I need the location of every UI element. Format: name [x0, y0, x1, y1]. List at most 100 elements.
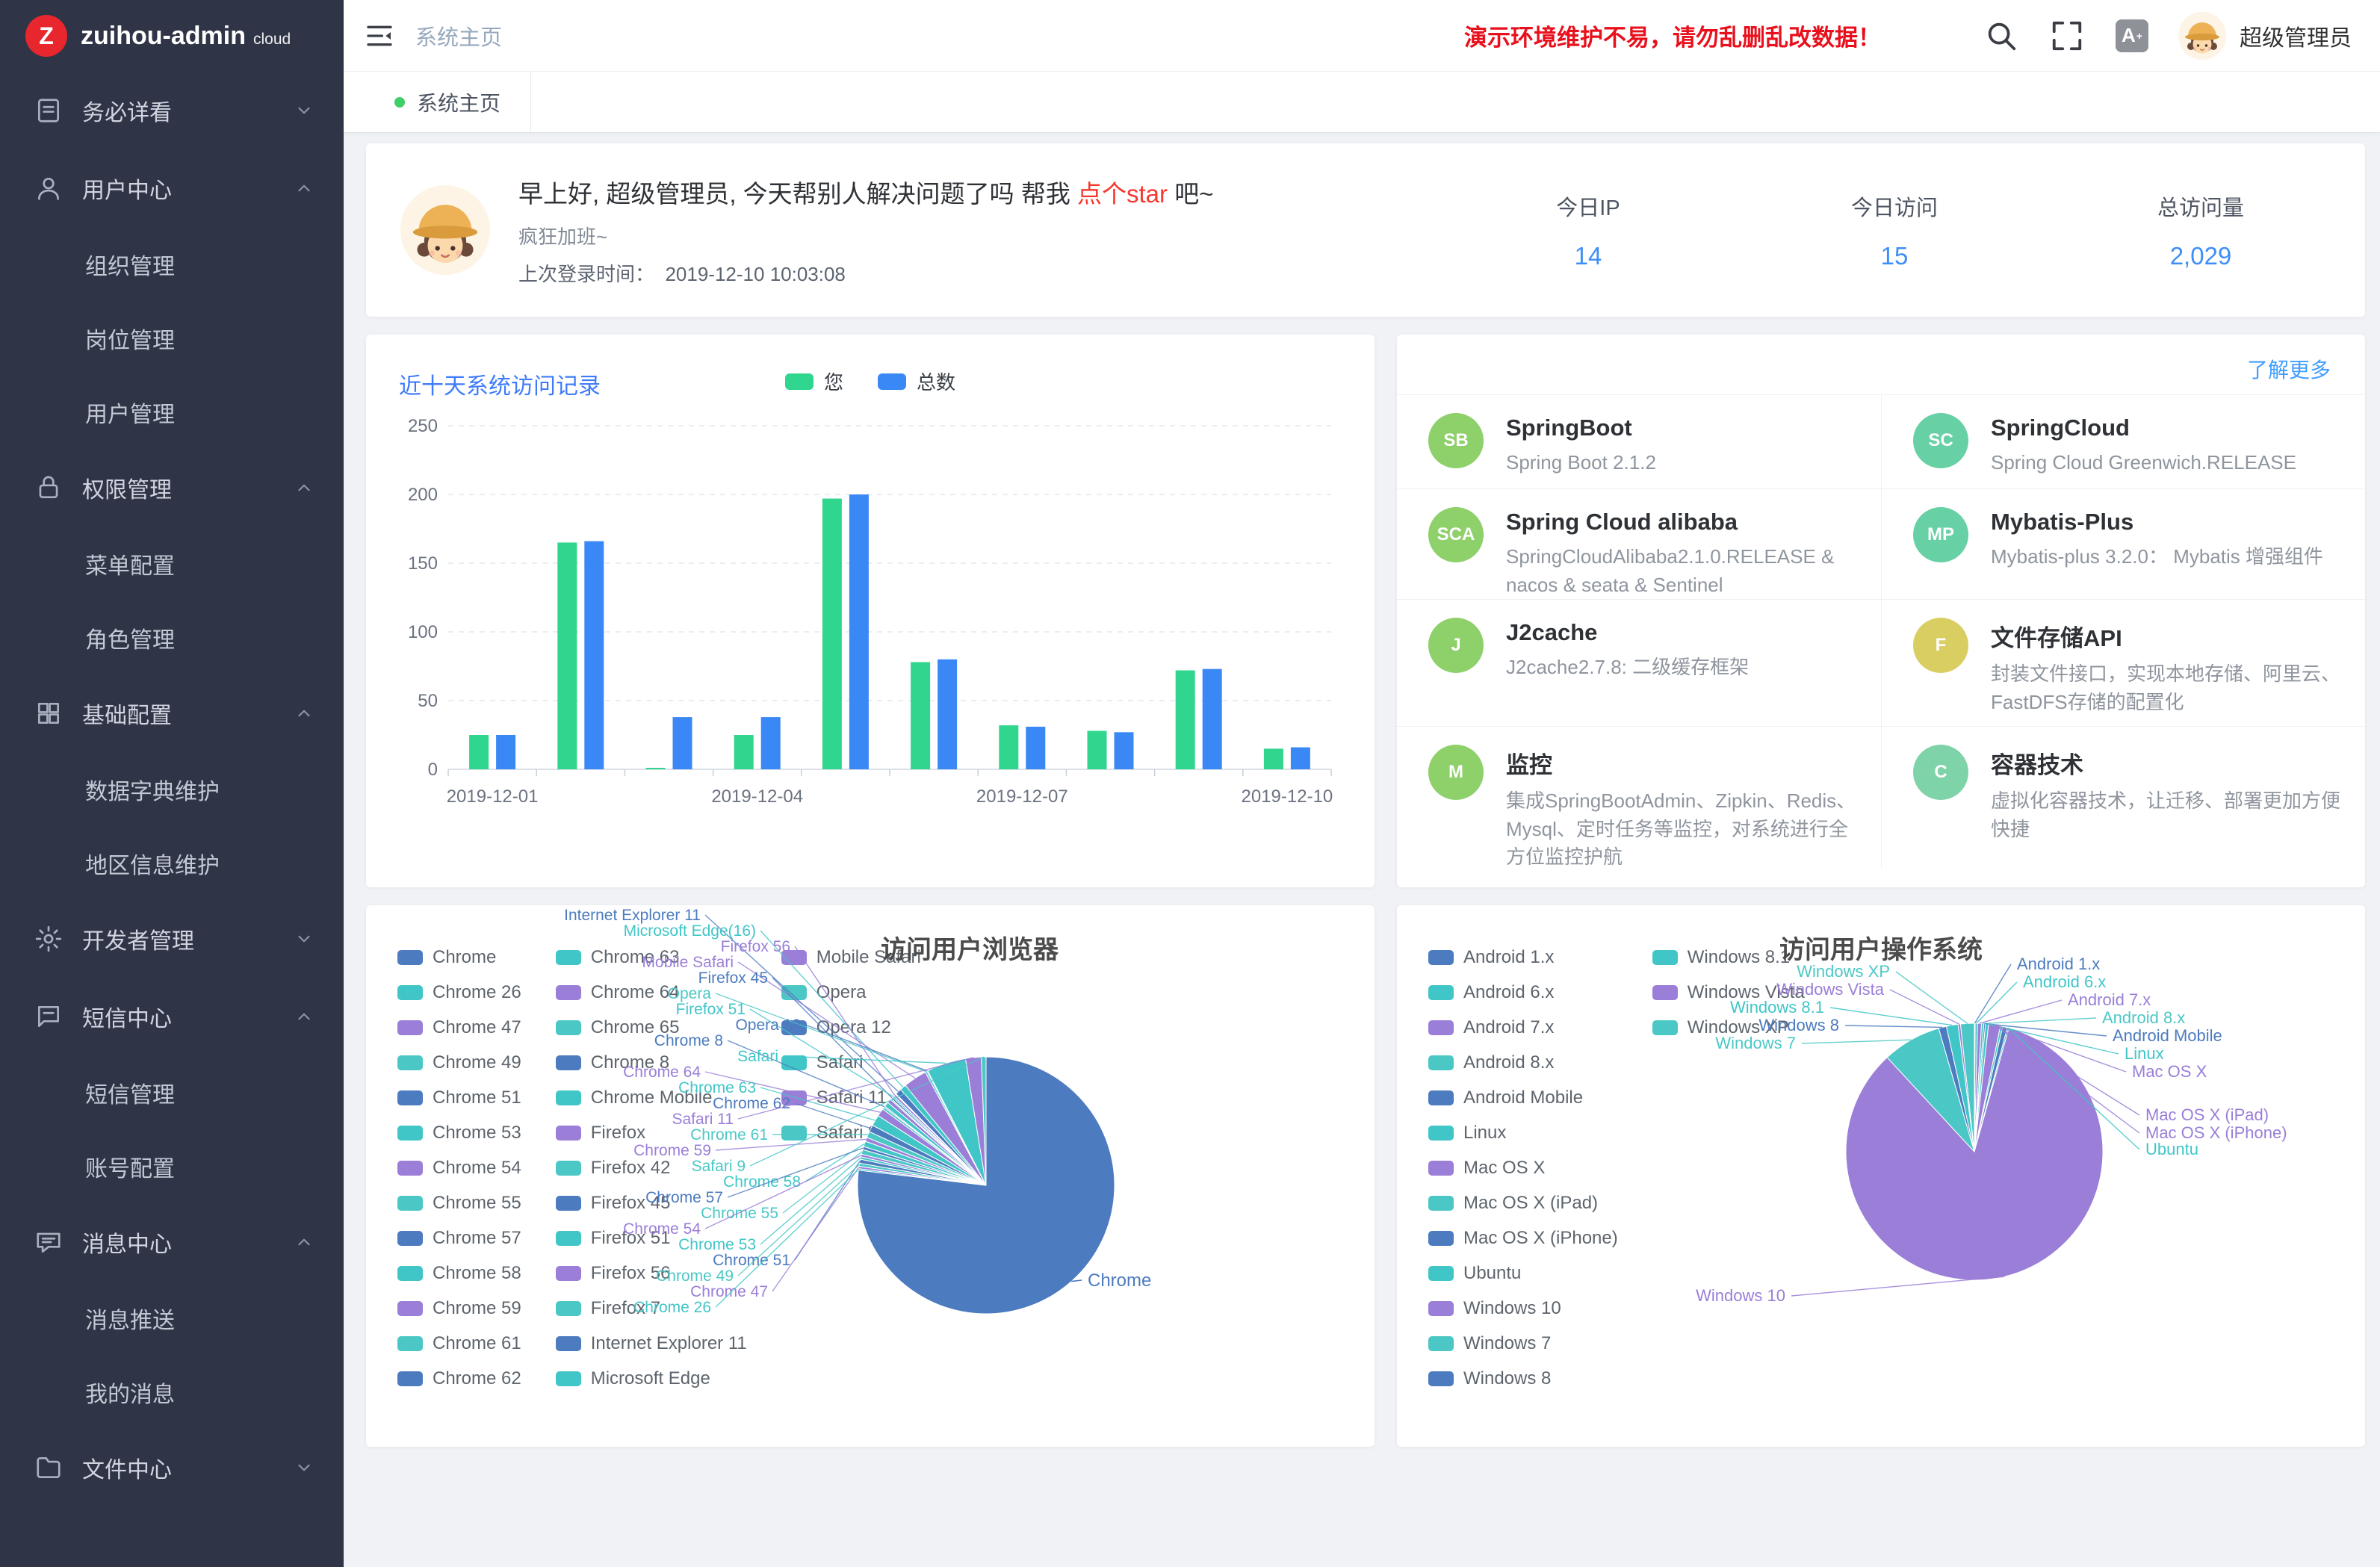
legend-item-mac-os-x-ipad[interactable]: Mac OS X (iPad): [1428, 1185, 1618, 1220]
legend-item-chrome-65[interactable]: Chrome 65: [556, 1010, 747, 1045]
legend-label: Chrome 49: [433, 1052, 521, 1073]
legend-item-opera-12[interactable]: Opera 12: [781, 1010, 921, 1045]
app-logo[interactable]: Z zuihou-admincloud: [0, 0, 344, 72]
sidebar-item-permission[interactable]: 权限管理: [0, 449, 344, 527]
legend-item-firefox-56[interactable]: Firefox 56: [556, 1256, 747, 1291]
sidebar-item-message-center[interactable]: 消息中心: [0, 1203, 344, 1281]
legend-item-android-1-x[interactable]: Android 1.x: [1428, 940, 1618, 975]
legend-swatch: [397, 1055, 423, 1070]
sidebar-subitem-sms-management[interactable]: 短信管理: [0, 1055, 344, 1129]
sidebar-subitem-label: 消息推送: [85, 1302, 175, 1335]
legend-item-mac-os-x-iphone[interactable]: Mac OS X (iPhone): [1428, 1220, 1618, 1256]
legend-item-chrome-47[interactable]: Chrome 47: [397, 1010, 521, 1045]
legend-item-internet-explorer-11[interactable]: Internet Explorer 11: [556, 1326, 747, 1361]
sidebar-subitem-label: 地区信息维护: [85, 847, 220, 880]
message-icon: [34, 1228, 63, 1256]
legend-item-chrome[interactable]: Chrome: [397, 940, 521, 975]
legend-item-windows-xp[interactable]: Windows XP: [1652, 1010, 1805, 1045]
legend-item-windows-10[interactable]: Windows 10: [1428, 1291, 1618, 1326]
sidebar-subitem-account-config[interactable]: 账号配置: [0, 1129, 344, 1203]
legend-item-firefox-51[interactable]: Firefox 51: [556, 1220, 747, 1256]
legend-item-chrome-58[interactable]: Chrome 58: [397, 1256, 521, 1291]
sidebar-subitem-menu-config[interactable]: 菜单配置: [0, 527, 344, 601]
legend-item-chrome-61[interactable]: Chrome 61: [397, 1326, 521, 1361]
legend-item-opera[interactable]: Opera: [781, 975, 921, 1010]
legend-item-windows-8[interactable]: Windows 8: [1428, 1361, 1618, 1396]
legend-item-android-mobile[interactable]: Android Mobile: [1428, 1080, 1618, 1115]
legend-item-ubuntu[interactable]: Ubuntu: [1428, 1256, 1618, 1291]
legend-item-chrome-64[interactable]: Chrome 64: [556, 975, 747, 1010]
legend-item-android-8-x[interactable]: Android 8.x: [1428, 1045, 1618, 1080]
search-icon[interactable]: [1984, 19, 2018, 53]
legend-item-safari-11[interactable]: Safari 11: [781, 1080, 921, 1115]
font-size-icon[interactable]: A+: [2116, 19, 2148, 52]
browser-pie-title: 访问用户浏览器: [881, 929, 1059, 966]
sidebar-subitem-role-management[interactable]: 角色管理: [0, 601, 344, 674]
svg-text:0: 0: [428, 760, 438, 780]
tab-home[interactable]: 系统主页: [365, 72, 531, 132]
legend-item-firefox-42[interactable]: Firefox 42: [556, 1150, 747, 1185]
legend-item-chrome-26[interactable]: Chrome 26: [397, 975, 521, 1010]
legend-item-mac-os-x[interactable]: Mac OS X: [1428, 1150, 1618, 1185]
star-link[interactable]: 点个star: [1077, 180, 1168, 208]
gear-icon: [34, 925, 63, 953]
legend-item-chrome-54[interactable]: Chrome 54: [397, 1150, 521, 1185]
sidebar-subitem-my-messages[interactable]: 我的消息: [0, 1355, 344, 1429]
sidebar-item-developer[interactable]: 开发者管理: [0, 900, 344, 978]
legend-item-chrome-63[interactable]: Chrome 63: [556, 940, 747, 975]
username[interactable]: 超级管理员: [2240, 19, 2352, 52]
legend-item-android-6-x[interactable]: Android 6.x: [1428, 975, 1618, 1010]
sidebar-item-must-read[interactable]: 务必详看: [0, 72, 344, 149]
legend-label: Chrome 57: [433, 1228, 521, 1249]
legend-item-windows-vista[interactable]: Windows Vista: [1652, 975, 1805, 1010]
legend-item-chrome-62[interactable]: Chrome 62: [397, 1361, 521, 1396]
legend-item-safari-9[interactable]: Safari 9: [781, 1115, 921, 1150]
legend-item-microsoft-edge[interactable]: Microsoft Edge: [556, 1361, 747, 1396]
legend-item-chrome-8[interactable]: Chrome 8: [556, 1045, 747, 1080]
sidebar-item-file-center[interactable]: 文件中心: [0, 1429, 344, 1507]
legend-item-windows-7[interactable]: Windows 7: [1428, 1326, 1618, 1361]
legend-swatch: [1428, 1161, 1454, 1176]
bar-legend-item-您[interactable]: 您: [785, 367, 843, 395]
legend-item-firefox[interactable]: Firefox: [556, 1115, 747, 1150]
sidebar-subitem-user-management[interactable]: 用户管理: [0, 375, 344, 449]
feature-item-文件存储api: F文件存储API封装文件接口，实现本地存储、阿里云、FastDFS存储的配置化: [1881, 599, 2365, 726]
legend-label: Mac OS X (iPad): [1463, 1193, 1598, 1214]
legend-label: Android 7.x: [1463, 1017, 1554, 1038]
legend-item-android-7-x[interactable]: Android 7.x: [1428, 1010, 1618, 1045]
hamburger-icon[interactable]: [344, 0, 415, 72]
folder-icon: [34, 1453, 63, 1482]
legend-label: Chrome 54: [433, 1158, 521, 1179]
legend-item-chrome-51[interactable]: Chrome 51: [397, 1080, 521, 1115]
legend-item-chrome-53[interactable]: Chrome 53: [397, 1115, 521, 1150]
legend-item-linux[interactable]: Linux: [1428, 1115, 1618, 1150]
sidebar-item-label: 基础配置: [82, 697, 172, 730]
legend-item-chrome-59[interactable]: Chrome 59: [397, 1291, 521, 1326]
sidebar-subitem-message-push[interactable]: 消息推送: [0, 1281, 344, 1355]
legend-item-chrome-mobile[interactable]: Chrome Mobile: [556, 1080, 747, 1115]
feature-desc: 封装文件接口，实现本地存储、阿里云、FastDFS存储的配置化: [1991, 660, 2342, 716]
feature-badge-icon: MP: [1913, 507, 1968, 562]
legend-swatch: [556, 1020, 581, 1035]
legend-item-chrome-57[interactable]: Chrome 57: [397, 1220, 521, 1256]
sidebar-item-basic-config[interactable]: 基础配置: [0, 674, 344, 752]
avatar[interactable]: [2178, 12, 2226, 60]
sidebar-item-sms-center[interactable]: 短信中心: [0, 978, 344, 1055]
legend-item-chrome-49[interactable]: Chrome 49: [397, 1045, 521, 1080]
sidebar-subitem-post-management[interactable]: 岗位管理: [0, 301, 344, 375]
bar-legend-item-总数[interactable]: 总数: [878, 367, 955, 395]
fullscreen-icon[interactable]: [2050, 19, 2084, 53]
legend-item-firefox-45[interactable]: Firefox 45: [556, 1185, 747, 1220]
breadcrumb[interactable]: 系统主页: [415, 20, 502, 52]
legend-item-safari[interactable]: Safari: [781, 1045, 921, 1080]
sidebar-subitem-dict-maintenance[interactable]: 数据字典维护: [0, 752, 344, 826]
legend-label: Windows 7: [1463, 1333, 1551, 1354]
legend-swatch: [1428, 1020, 1454, 1035]
sidebar-subitem-org-management[interactable]: 组织管理: [0, 227, 344, 301]
learn-more-link[interactable]: 了解更多: [2247, 354, 2331, 384]
legend-item-chrome-55[interactable]: Chrome 55: [397, 1185, 521, 1220]
svg-text:50: 50: [418, 691, 438, 711]
sidebar-item-user-center[interactable]: 用户中心: [0, 149, 344, 227]
sidebar-subitem-region-maintenance[interactable]: 地区信息维护: [0, 826, 344, 900]
legend-item-firefox-7[interactable]: Firefox 7: [556, 1291, 747, 1326]
